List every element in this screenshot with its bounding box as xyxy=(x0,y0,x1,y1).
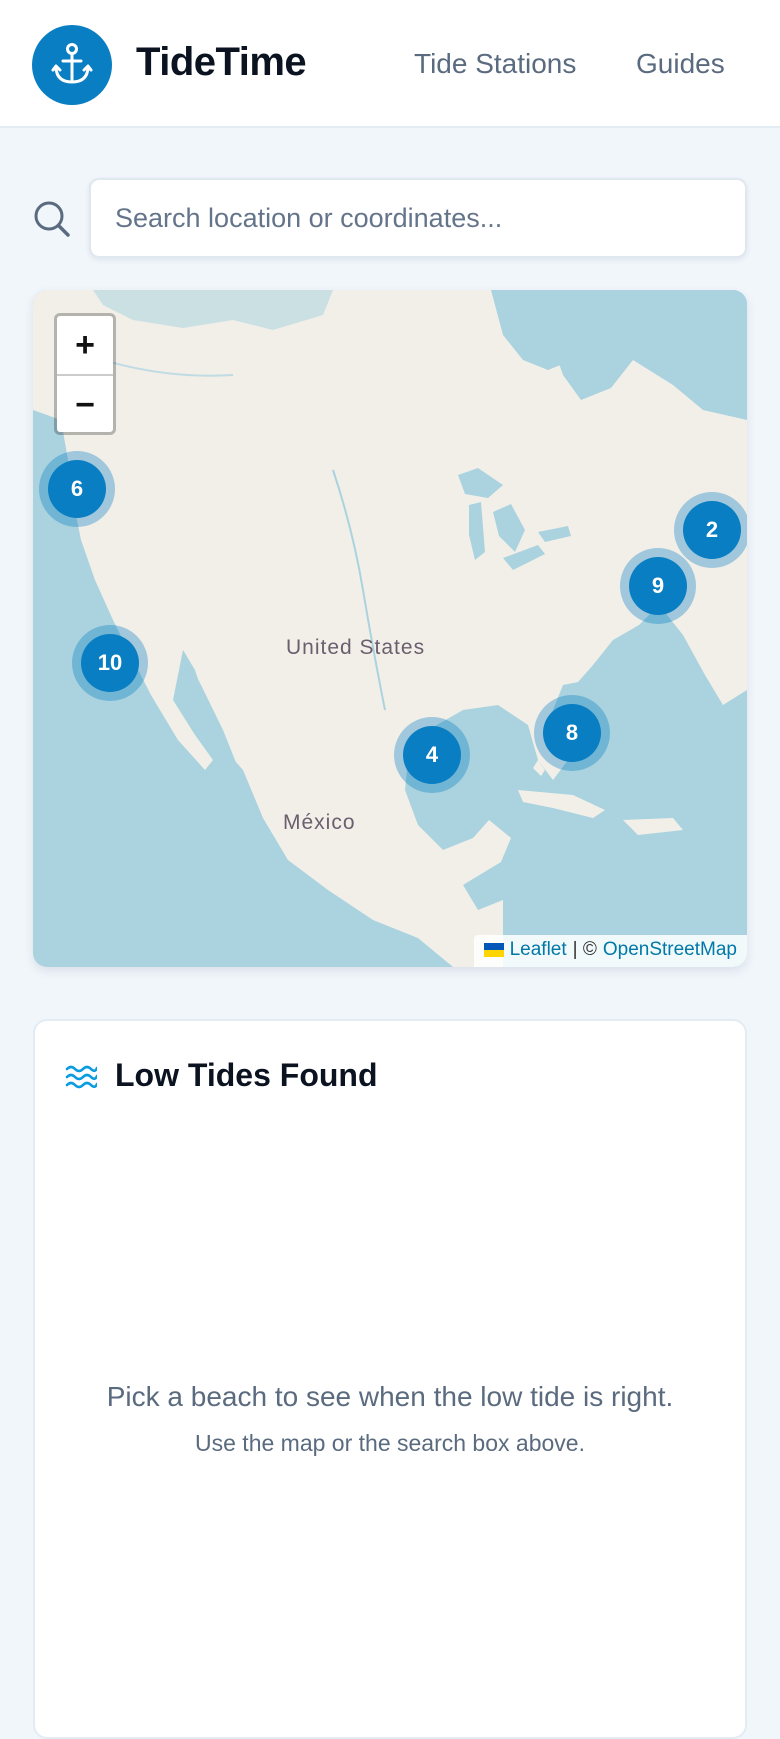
cluster-marker[interactable]: 6 xyxy=(39,451,115,527)
map-basemap xyxy=(33,290,747,967)
empty-state-hint: Use the map or the search box above. xyxy=(195,1430,585,1456)
cluster-count: 6 xyxy=(48,460,106,518)
leaflet-link[interactable]: Leaflet xyxy=(510,939,567,961)
nav-guides[interactable]: Guides xyxy=(636,48,725,80)
openstreetmap-link[interactable]: OpenStreetMap xyxy=(603,939,737,961)
ukraine-flag-icon xyxy=(483,943,504,957)
attribution-separator: | © xyxy=(572,939,597,960)
app-header: TideTime Tide Stations Guides xyxy=(0,0,780,128)
cluster-marker[interactable]: 10 xyxy=(72,625,148,701)
brand-name[interactable]: TideTime xyxy=(136,40,307,85)
zoom-out-button[interactable]: − xyxy=(57,376,113,434)
map-attribution: Leaflet | © OpenStreetMap xyxy=(473,935,747,967)
cluster-count: 9 xyxy=(629,557,687,615)
map-label-mexico: México xyxy=(283,811,356,834)
search-input[interactable] xyxy=(89,178,747,258)
search-icon xyxy=(32,199,72,239)
cluster-count: 2 xyxy=(683,501,741,559)
low-tides-card: Low Tides Found Pick a beach to see when… xyxy=(33,1019,747,1739)
cluster-marker[interactable]: 2 xyxy=(674,492,747,568)
cluster-marker[interactable]: 8 xyxy=(534,695,610,771)
zoom-control: + − xyxy=(54,313,116,435)
cluster-marker[interactable]: 9 xyxy=(620,548,696,624)
cluster-count: 8 xyxy=(543,704,601,762)
empty-state-message: Pick a beach to see when the low tide is… xyxy=(106,1381,674,1412)
nav-tide-stations[interactable]: Tide Stations xyxy=(414,48,576,80)
card-title: Low Tides Found xyxy=(115,1057,378,1093)
waves-icon xyxy=(65,1063,99,1096)
cluster-count: 4 xyxy=(403,726,461,784)
map[interactable]: United States México + − 6 2 9 10 8 4 Le… xyxy=(33,290,747,967)
cluster-count: 10 xyxy=(81,634,139,692)
cluster-marker[interactable]: 4 xyxy=(394,717,470,793)
anchor-icon[interactable] xyxy=(32,25,112,105)
zoom-in-button[interactable]: + xyxy=(57,316,113,376)
map-label-united-states: United States xyxy=(286,636,426,659)
